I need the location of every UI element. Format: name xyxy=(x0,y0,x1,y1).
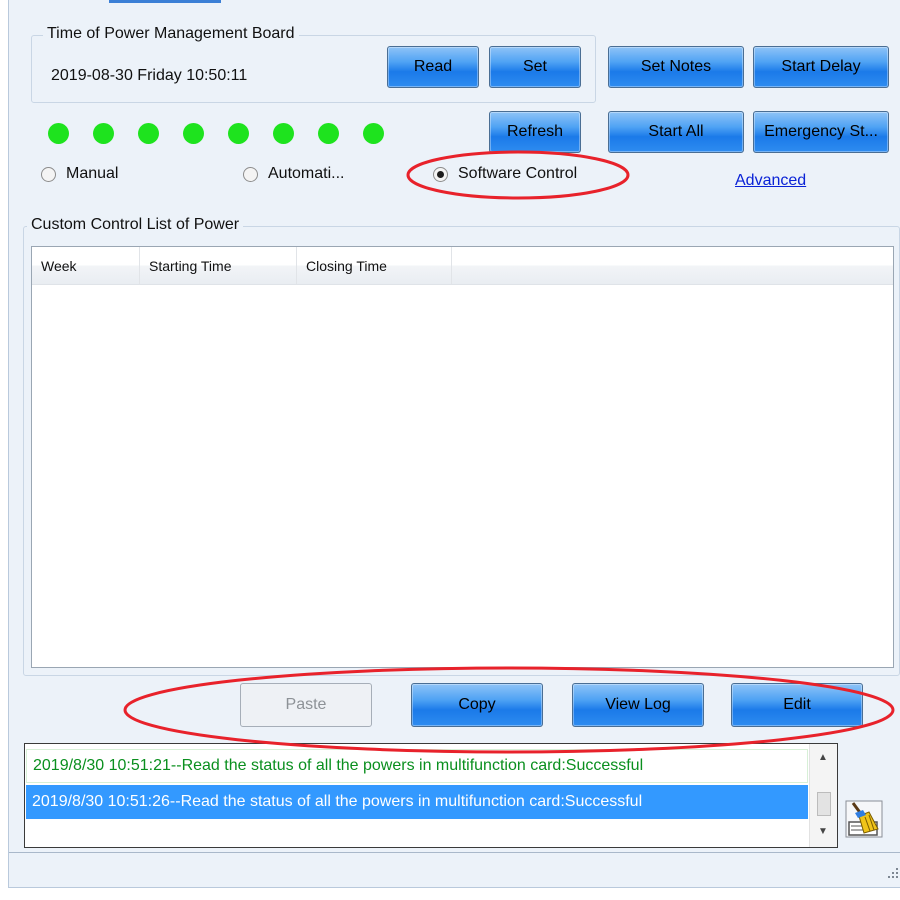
scroll-thumb[interactable] xyxy=(817,792,831,816)
active-tab-indicator xyxy=(109,0,221,3)
power-indicator-7 xyxy=(318,123,339,144)
scroll-down-arrow-icon[interactable]: ▼ xyxy=(818,826,828,837)
paste-button[interactable]: Paste xyxy=(240,683,372,727)
power-indicator-1 xyxy=(48,123,69,144)
custom-list-title: Custom Control List of Power xyxy=(27,216,244,234)
board-datetime: 2019-08-30 Friday 10:50:11 xyxy=(51,67,248,84)
manual-radio-label: Manual xyxy=(66,165,119,182)
log-entry[interactable]: 2019/8/30 10:51:21--Read the status of a… xyxy=(26,749,808,783)
automatic-radio[interactable]: Automati... xyxy=(243,165,344,183)
automatic-radio-label: Automati... xyxy=(268,165,345,182)
start-delay-button[interactable]: Start Delay xyxy=(753,46,889,88)
software-control-radio[interactable]: Software Control xyxy=(433,165,577,183)
software-control-radio-circle[interactable] xyxy=(433,166,448,182)
copy-button[interactable]: Copy xyxy=(411,683,543,727)
column-starting-time[interactable]: Starting Time xyxy=(140,247,297,284)
power-indicator-8 xyxy=(363,123,384,144)
power-indicator-2 xyxy=(93,123,114,144)
power-control-panel: Time of Power Management Board 2019-08-3… xyxy=(8,0,900,888)
log-scrollbar[interactable]: ▲ ▼ xyxy=(809,744,837,847)
manual-radio-circle[interactable] xyxy=(41,166,56,182)
start-all-button[interactable]: Start All xyxy=(608,111,744,153)
column-closing-time[interactable]: Closing Time xyxy=(297,247,452,284)
column-week[interactable]: Week xyxy=(32,247,140,284)
refresh-button[interactable]: Refresh xyxy=(489,111,581,153)
advanced-link[interactable]: Advanced xyxy=(735,172,806,190)
clear-log-button[interactable] xyxy=(845,800,883,838)
broom-icon xyxy=(845,800,883,838)
status-bar-divider xyxy=(9,852,900,853)
resize-grip-icon[interactable] xyxy=(886,866,900,880)
log-entry-selected[interactable]: 2019/8/30 10:51:26--Read the status of a… xyxy=(26,785,808,819)
view-log-button[interactable]: View Log xyxy=(572,683,704,727)
power-indicator-3 xyxy=(138,123,159,144)
scroll-up-arrow-icon[interactable]: ▲ xyxy=(818,752,828,763)
edit-button[interactable]: Edit xyxy=(731,683,863,727)
power-indicator-4 xyxy=(183,123,204,144)
table-header: Week Starting Time Closing Time xyxy=(32,247,893,285)
log-list[interactable]: 2019/8/30 10:51:21--Read the status of a… xyxy=(24,743,838,848)
software-control-radio-label: Software Control xyxy=(458,165,578,182)
power-indicator-5 xyxy=(228,123,249,144)
power-schedule-table[interactable]: Week Starting Time Closing Time xyxy=(31,246,894,668)
automatic-radio-circle[interactable] xyxy=(243,166,258,182)
set-notes-button[interactable]: Set Notes xyxy=(608,46,744,88)
power-indicator-6 xyxy=(273,123,294,144)
emergency-stop-button[interactable]: Emergency St... xyxy=(753,111,889,153)
set-button[interactable]: Set xyxy=(489,46,581,88)
read-button[interactable]: Read xyxy=(387,46,479,88)
manual-radio[interactable]: Manual xyxy=(41,165,118,183)
time-group-title: Time of Power Management Board xyxy=(43,25,299,43)
